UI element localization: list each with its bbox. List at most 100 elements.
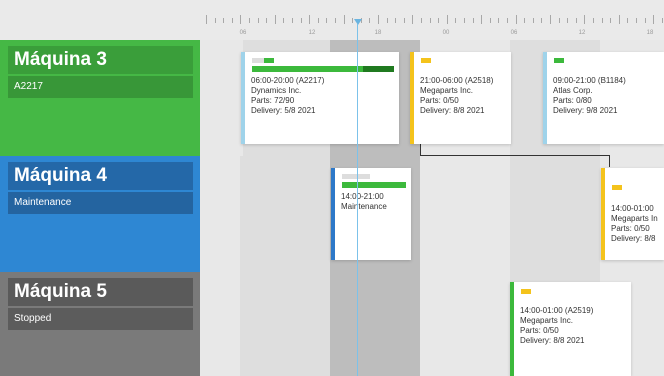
tick-label: 12 (578, 30, 586, 36)
card-parts: Parts: 72/90 (251, 96, 295, 105)
dependency-connector (420, 155, 610, 156)
machine-status: A2217 (8, 76, 193, 98)
ruler-tick (395, 18, 397, 23)
job-card[interactable]: 09:00-21:00 (B1184) Atlas Corp. Parts: 0… (543, 52, 664, 144)
grid-cell (420, 272, 510, 376)
ruler-tick (489, 18, 491, 23)
ruler-tick (274, 15, 276, 24)
card-customer: Megaparts Inc. (420, 86, 473, 95)
ruler-tick (386, 18, 388, 23)
grid-cell (200, 40, 243, 156)
ruler-tick (661, 18, 663, 23)
ruler-tick (300, 18, 302, 23)
grid-cell (420, 156, 510, 272)
ruler-tick (412, 15, 414, 24)
ruler-tick (558, 18, 560, 23)
progress-fill (252, 66, 366, 72)
current-time-marker-icon[interactable] (354, 19, 362, 25)
card-time: 06:00-20:00 (A2217) (251, 76, 325, 85)
card-accent (331, 168, 335, 260)
job-card[interactable]: 14:00-01:00 Megaparts In Parts: 0/50 Del… (601, 168, 664, 260)
machine-status: Maintenance (8, 192, 193, 214)
ruler-tick (567, 18, 569, 23)
progress-fill (342, 182, 406, 188)
card-customer: Dynamics Inc. (251, 86, 302, 95)
tick-label: 18 (374, 30, 382, 36)
card-parts: Parts: 0/50 (611, 224, 650, 233)
grid-cell (240, 272, 330, 376)
ruler-tick (593, 18, 594, 23)
ruler-tick (455, 18, 457, 23)
grid-cell (510, 156, 600, 272)
card-chip (264, 58, 274, 63)
ruler-tick (610, 18, 612, 23)
ruler-tick (214, 18, 216, 23)
ruler-tick (257, 18, 259, 23)
timeline-ruler[interactable]: 06 12 18 00 06 12 18 (0, 0, 664, 41)
ruler-tick (309, 15, 311, 24)
machine-name: Máquina 5 (8, 278, 193, 306)
job-card[interactable]: 14:00-21:00 Maintenance (331, 168, 411, 260)
job-card[interactable]: 06:00-20:00 (A2217) Dynamics Inc. Parts:… (241, 52, 399, 144)
card-parts: Parts: 0/80 (553, 96, 592, 105)
tick-label: 06 (239, 30, 247, 36)
card-delivery: Delivery: 8/8 (611, 234, 656, 243)
machine-header[interactable]: Máquina 5 Stopped (0, 272, 200, 376)
ruler-tick (653, 15, 655, 24)
job-card[interactable]: 14:00-01:00 (A2519) Megaparts Inc. Parts… (510, 282, 631, 376)
job-card[interactable]: 21:00-06:00 (A2518) Megaparts Inc. Parts… (410, 52, 511, 144)
card-time: 14:00-21:00 (341, 192, 384, 201)
machine-header[interactable]: Máquina 3 A2217 (0, 40, 200, 156)
grid-cell (200, 272, 240, 376)
machine-lane-3: Máquina 3 A2217 06:00-20:00 (A2217) Dyna… (0, 40, 664, 156)
card-label: Maintenance (341, 202, 387, 211)
ruler-tick (507, 18, 508, 23)
ruler-tick (601, 18, 603, 23)
ruler-tick (481, 15, 483, 24)
ruler-tick (636, 18, 637, 23)
machine-name: Máquina 4 (8, 162, 193, 190)
machine-status: Stopped (8, 308, 193, 330)
card-delivery: Delivery: 9/8 2021 (553, 106, 618, 115)
ruler-tick (292, 18, 293, 23)
ruler-tick (429, 18, 431, 23)
card-delivery: Delivery: 5/8 2021 (251, 106, 316, 115)
ruler-tick (326, 18, 328, 23)
card-time: 09:00-21:00 (B1184) (553, 76, 626, 85)
machine-name: Máquina 3 (8, 46, 193, 74)
ruler-tick (317, 18, 319, 23)
ruler-tick (240, 15, 242, 24)
ruler-tick (524, 18, 526, 23)
ruler-tick (644, 18, 646, 23)
dependency-connector (609, 155, 610, 167)
card-parts: Parts: 0/50 (420, 96, 459, 105)
tick-label: 06 (510, 30, 518, 36)
card-customer: Megaparts Inc. (520, 316, 573, 325)
grid-cell (240, 156, 330, 272)
tick-label: 00 (442, 30, 450, 36)
machine-header[interactable]: Máquina 4 Maintenance (0, 156, 200, 272)
ruler-tick (378, 15, 379, 24)
ruler-tick (223, 18, 225, 23)
ruler-tick (584, 15, 586, 24)
ruler-tick (550, 15, 551, 24)
card-chip (612, 185, 622, 190)
card-time: 21:00-06:00 (A2518) (420, 76, 494, 85)
ruler-tick (369, 18, 371, 23)
progress-fill-dark (363, 66, 394, 72)
ruler-tick (266, 18, 268, 23)
current-time-line (357, 24, 358, 376)
card-accent (241, 52, 245, 144)
ruler-tick (464, 18, 465, 23)
tick-label: 18 (646, 30, 654, 36)
card-chip (421, 58, 431, 63)
card-accent (601, 168, 605, 260)
ruler-tick (343, 15, 345, 24)
ruler-tick (403, 18, 405, 23)
card-time: 14:00-01:00 (611, 204, 654, 213)
ruler-tick (627, 18, 629, 23)
ruler-tick (618, 15, 620, 24)
grid-cell (200, 156, 240, 272)
ruler-tick (498, 18, 500, 23)
ruler-tick (515, 15, 517, 24)
